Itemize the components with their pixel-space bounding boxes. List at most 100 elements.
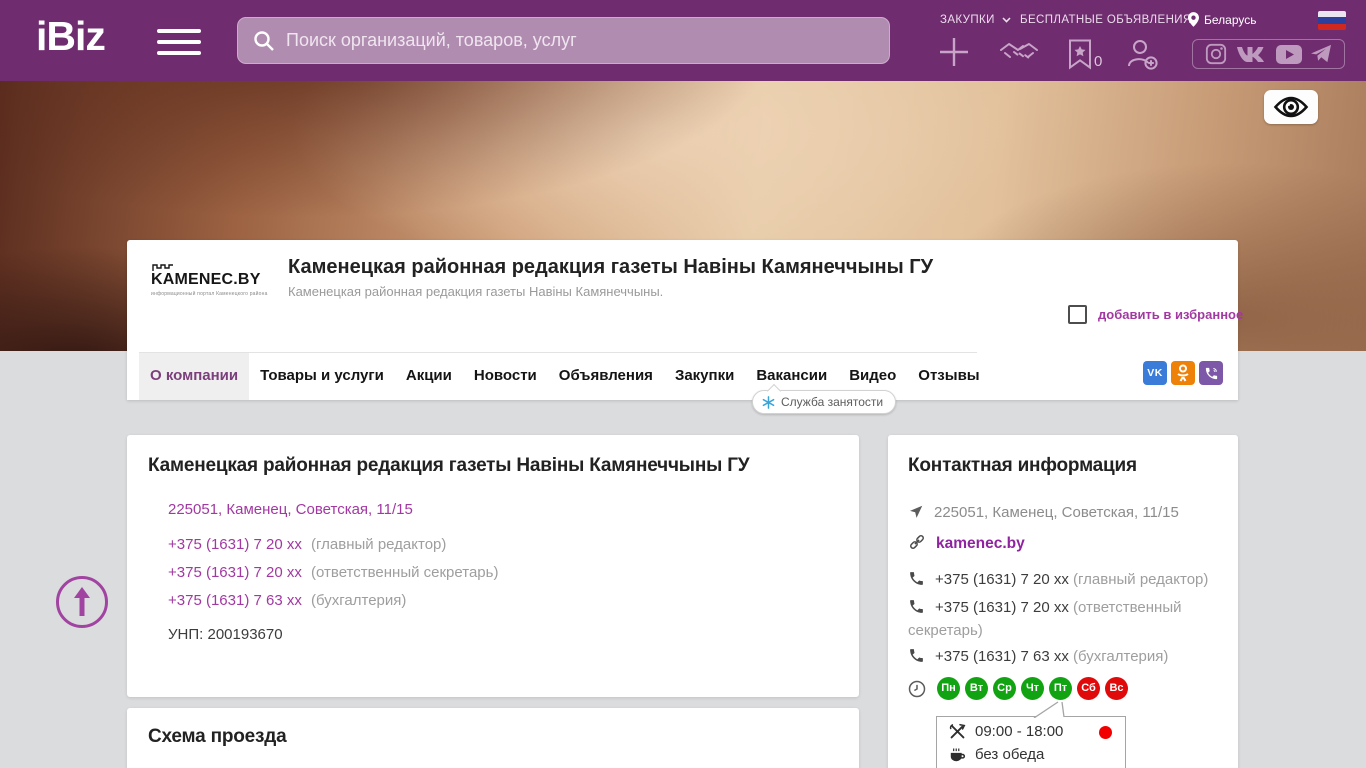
header: iBiz ЗАКУПКИ БЕСПЛАТНЫЕ ОБЪЯВЛЕНИЯ Белар… xyxy=(0,0,1366,81)
phone-note: (главный редактор) xyxy=(1073,571,1209,588)
viber-phone-icon xyxy=(1205,367,1217,379)
vk-icon[interactable] xyxy=(1235,44,1269,64)
company-logo: KAMENEC.BY информационный портал Каменец… xyxy=(151,264,271,297)
day-fri[interactable]: Пт xyxy=(1049,677,1072,700)
phone-icon xyxy=(910,600,923,613)
add-company-icon[interactable] xyxy=(938,36,970,68)
phone-row: +375 (1631) 7 20 xx (ответственный секре… xyxy=(168,564,498,581)
menu-icon[interactable] xyxy=(157,29,201,55)
schedule-hours-row: 09:00 - 18:00 xyxy=(937,717,1125,740)
company-tabs: О компании Товары и услуги Акции Новости… xyxy=(127,352,1238,400)
header-social-links xyxy=(1192,39,1345,69)
schedule-tooltip: 09:00 - 18:00 без обеда xyxy=(936,701,1126,768)
link-icon xyxy=(910,535,924,549)
procurement-link[interactable]: ЗАКУПКИ xyxy=(940,14,1011,26)
company-logo-title: KAMENEC.BY xyxy=(151,271,261,288)
contact-website-row: kamenec.by xyxy=(908,532,1220,555)
unp-number: УНП: 200193670 xyxy=(168,626,283,643)
contact-info-section: Контактная информация 225051, Каменец, С… xyxy=(888,435,1238,768)
tab-reviews[interactable]: Отзывы xyxy=(907,352,990,400)
tab-promotions[interactable]: Акции xyxy=(395,352,463,400)
day-sat[interactable]: Сб xyxy=(1077,677,1100,700)
telegram-icon[interactable] xyxy=(1310,44,1332,64)
contact-phone-row: +375 (1631) 7 20 xx (главный редактор) xyxy=(908,568,1220,591)
company-address-link[interactable]: 225051, Каменец, Советская, 11/15 xyxy=(168,501,413,518)
region-selector[interactable]: Беларусь xyxy=(1188,12,1256,27)
tab-about[interactable]: О компании xyxy=(139,352,250,400)
working-hours-row: Пн Вт Ср Чт Пт Сб Вс xyxy=(908,677,1220,700)
company-description: Каменецкая районная редакция газеты Наві… xyxy=(288,284,664,299)
map-heading: Схема проезда xyxy=(148,726,287,747)
contact-phone-row: +375 (1631) 7 20 xx (ответственный секре… xyxy=(908,596,1220,642)
schedule-hours: 09:00 - 18:00 xyxy=(975,723,1064,740)
instagram-icon[interactable] xyxy=(1205,43,1227,65)
favorite-label[interactable]: добавить в избранное xyxy=(1098,307,1243,322)
about-section: Каменецкая районная редакция газеты Наві… xyxy=(127,435,859,697)
phone-icon xyxy=(910,649,923,662)
day-sun[interactable]: Вс xyxy=(1105,677,1128,700)
odnoklassniki-icon xyxy=(1177,364,1189,382)
tab-procurement[interactable]: Закупки xyxy=(664,352,745,400)
schedule-lunch: без обеда xyxy=(975,746,1045,763)
map-section: Схема проезда xyxy=(127,708,859,768)
day-mon[interactable]: Пн xyxy=(937,677,960,700)
free-ads-link[interactable]: БЕСПЛАТНЫЕ ОБЪЯВЛЕНИЯ xyxy=(1020,14,1192,26)
employment-service-icon xyxy=(762,395,775,409)
phone-row: +375 (1631) 7 20 xx (главный редактор) xyxy=(168,536,446,553)
favorite-checkbox[interactable] xyxy=(1068,305,1087,324)
youtube-icon[interactable] xyxy=(1276,44,1303,64)
phone-note: (бухгалтерия) xyxy=(1073,648,1169,665)
partnership-handshake-icon[interactable] xyxy=(999,40,1039,67)
scroll-to-top-button[interactable] xyxy=(56,576,108,628)
clock-icon xyxy=(908,680,926,697)
tab-ads[interactable]: Объявления xyxy=(548,352,664,400)
favorites-bookmark-icon[interactable] xyxy=(1067,39,1093,70)
phone-number[interactable]: +375 (1631) 7 20 xx xyxy=(935,599,1069,616)
tooltip-notch xyxy=(1033,701,1065,718)
tab-products[interactable]: Товары и услуги xyxy=(249,352,395,400)
phone-number[interactable]: +375 (1631) 7 63 xx xyxy=(935,648,1069,665)
location-pin-icon xyxy=(1188,12,1199,27)
castle-battlement-icon xyxy=(152,264,173,271)
day-thu[interactable]: Чт xyxy=(1021,677,1044,700)
accessibility-eye-button[interactable] xyxy=(1264,90,1318,124)
phone-icon xyxy=(910,572,923,585)
favorites-count[interactable]: 0 xyxy=(1094,53,1102,70)
employment-service-label: Служба занятости xyxy=(781,395,884,409)
contact-phone-row: +375 (1631) 7 63 xx (бухгалтерия) xyxy=(908,645,1220,668)
arrow-up-icon xyxy=(74,587,90,616)
coffee-cup-icon xyxy=(950,748,965,762)
search-bar xyxy=(237,17,890,64)
region-label: Беларусь xyxy=(1204,12,1257,27)
day-wed[interactable]: Ср xyxy=(993,677,1016,700)
phone-number[interactable]: +375 (1631) 7 20 xx xyxy=(935,571,1069,588)
company-header-card: KAMENEC.BY информационный портал Каменец… xyxy=(127,240,1243,400)
user-register-icon[interactable] xyxy=(1126,38,1159,71)
day-tue[interactable]: Вт xyxy=(965,677,988,700)
viber-button[interactable] xyxy=(1199,361,1223,385)
work-tools-icon xyxy=(949,723,966,739)
employment-service-tooltip[interactable]: Служба занятости xyxy=(752,390,897,414)
phone-number-link[interactable]: +375 (1631) 7 63 xx xyxy=(168,592,302,609)
phone-number-link[interactable]: +375 (1631) 7 20 xx xyxy=(168,536,302,553)
language-flag-russian[interactable] xyxy=(1318,11,1346,30)
eye-icon xyxy=(1273,96,1309,118)
closed-now-indicator xyxy=(1099,726,1112,739)
about-heading: Каменецкая районная редакция газеты Наві… xyxy=(148,455,750,476)
contact-address: 225051, Каменец, Советская, 11/15 xyxy=(934,504,1179,521)
weekday-circles: Пн Вт Ср Чт Пт Сб Вс xyxy=(937,677,1128,700)
contact-address-row: 225051, Каменец, Советская, 11/15 xyxy=(908,501,1220,524)
ibiz-logo[interactable]: iBiz xyxy=(36,13,106,60)
navigation-arrow-icon xyxy=(910,505,923,518)
phone-number-link[interactable]: +375 (1631) 7 20 xx xyxy=(168,564,302,581)
tab-news[interactable]: Новости xyxy=(463,352,548,400)
website-link[interactable]: kamenec.by xyxy=(936,535,1025,552)
vk-share-button[interactable]: VK xyxy=(1143,361,1167,385)
phone-note: (бухгалтерия) xyxy=(311,592,407,609)
odnoklassniki-share-button[interactable] xyxy=(1171,361,1195,385)
company-name: Каменецкая районная редакция газеты Наві… xyxy=(288,256,934,278)
schedule-lunch-row: без обеда xyxy=(937,740,1125,763)
search-icon xyxy=(254,30,274,51)
search-input[interactable] xyxy=(286,30,875,51)
company-logo-subtitle: информационный портал Каменецкого района xyxy=(151,291,268,297)
